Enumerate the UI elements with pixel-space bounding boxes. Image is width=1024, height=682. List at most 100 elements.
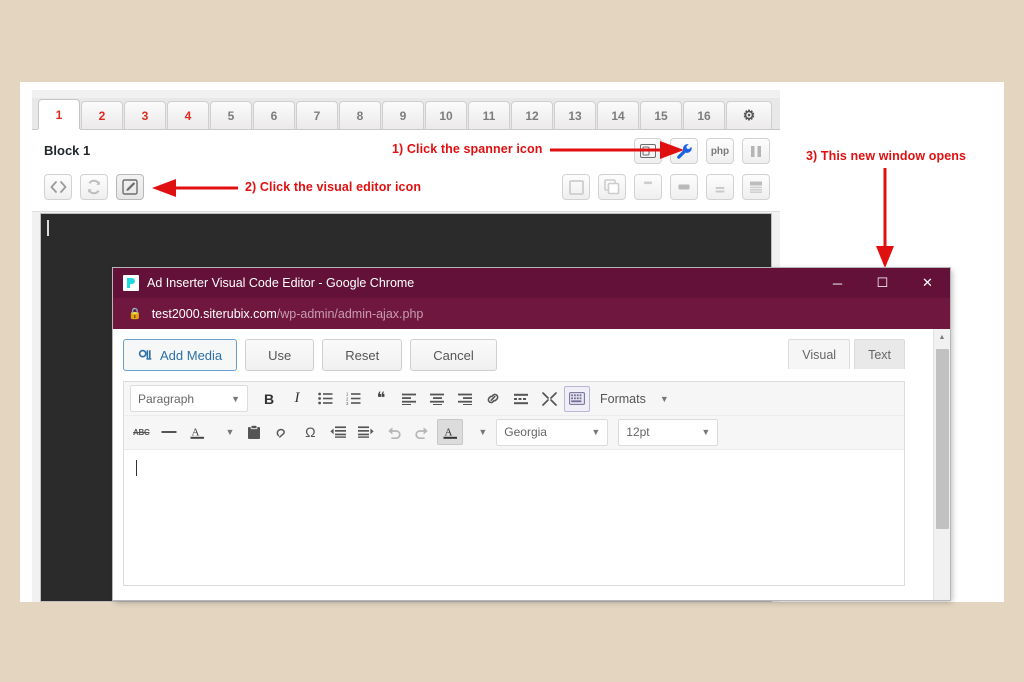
block-tab-3[interactable]: 3: [124, 101, 166, 129]
chrome-window-title: Ad Inserter Visual Code Editor - Google …: [147, 276, 415, 290]
arrow-to-new-window: [876, 168, 894, 268]
text-color-icon[interactable]: A: [184, 419, 210, 445]
block-tab-12[interactable]: 12: [511, 101, 553, 129]
pause-icon[interactable]: [742, 138, 770, 164]
block-tab-9[interactable]: 9: [382, 101, 424, 129]
block-tab-5[interactable]: 5: [210, 101, 252, 129]
text-cursor: [47, 220, 49, 236]
add-media-icon: [138, 349, 152, 360]
scroll-up-arrow-icon[interactable]: ▲: [934, 329, 950, 346]
code-brackets-icon[interactable]: [44, 174, 72, 200]
horizontal-rule-icon[interactable]: [156, 419, 182, 445]
php-icon[interactable]: php: [706, 138, 734, 164]
close-button[interactable]: ✕: [905, 268, 950, 298]
tab-label: 2: [98, 108, 106, 123]
align-center-icon[interactable]: [424, 386, 450, 412]
block-tab-1[interactable]: 1: [38, 99, 80, 129]
special-character-icon[interactable]: Ω: [297, 419, 323, 445]
chrome-viewport: Add Media Use Reset Cancel Visual Text P…: [113, 329, 950, 600]
tab-label: 1: [55, 107, 63, 122]
chevron-down-icon: ▼: [231, 393, 240, 404]
block-tab-14[interactable]: 14: [597, 101, 639, 129]
block-tab-6[interactable]: 6: [253, 101, 295, 129]
formats-label: Formats: [600, 391, 646, 406]
bold-icon[interactable]: B: [256, 386, 282, 412]
blockquote-icon[interactable]: ❝: [368, 386, 394, 412]
editor-content-area[interactable]: [124, 449, 904, 585]
block-tab-2[interactable]: 2: [81, 101, 123, 129]
tab-visual[interactable]: Visual: [788, 339, 851, 369]
block-tab-13[interactable]: 13: [554, 101, 596, 129]
text-cursor: [136, 460, 137, 476]
redo-icon[interactable]: [409, 419, 435, 445]
chevron-down-icon: ▼: [701, 427, 711, 437]
tab-label: 9: [399, 108, 407, 123]
reset-button[interactable]: Reset: [322, 339, 403, 371]
decrease-indent-icon[interactable]: [325, 419, 351, 445]
minimize-button[interactable]: ─: [815, 268, 860, 298]
align-middle-icon[interactable]: [670, 174, 698, 200]
text-color-dropdown[interactable]: ▼: [212, 419, 239, 445]
font-size-select[interactable]: 12pt ▼: [618, 418, 719, 446]
url-path: /wp-admin/admin-ajax.php: [276, 306, 424, 321]
read-more-icon[interactable]: [508, 386, 534, 412]
block-tab-16[interactable]: 16: [683, 101, 725, 129]
chrome-address-bar[interactable]: 🔒 test2000.siterubix.com /wp-admin/admin…: [113, 298, 950, 329]
annotation-2: 2) Click the visual editor icon: [245, 180, 422, 194]
square-outline-icon[interactable]: [562, 174, 590, 200]
bullet-list-icon[interactable]: [312, 386, 338, 412]
block-tab-8[interactable]: 8: [339, 101, 381, 129]
keyboard-shortcuts-dropdown[interactable]: ▼: [465, 419, 492, 445]
insert-link-icon[interactable]: [480, 386, 506, 412]
increase-indent-icon[interactable]: [353, 419, 379, 445]
block-tab-11[interactable]: 11: [468, 101, 510, 129]
settings-gear-tab[interactable]: ⚙: [726, 101, 772, 129]
block-tab-15[interactable]: 15: [640, 101, 682, 129]
use-button[interactable]: Use: [245, 339, 315, 371]
numbered-list-icon[interactable]: 123: [340, 386, 366, 412]
annotation-3: 3) This new window opens: [806, 149, 967, 163]
block-toolbar-bottom: [562, 174, 770, 200]
clear-formatting-icon[interactable]: [269, 419, 295, 445]
chevron-down-icon: ▼: [478, 427, 488, 437]
block-tab-10[interactable]: 10: [425, 101, 467, 129]
undo-icon[interactable]: [381, 419, 407, 445]
tab-text[interactable]: Text: [854, 339, 905, 369]
close-icon: ✕: [922, 275, 933, 290]
tab-label: 12: [525, 108, 539, 123]
tab-label: 7: [313, 108, 321, 123]
align-bottom-icon[interactable]: [706, 174, 734, 200]
toolbar-toggle-icon[interactable]: [564, 385, 590, 412]
keyboard-shortcuts-icon[interactable]: A: [437, 419, 464, 445]
chevron-down-icon: ▼: [659, 393, 669, 404]
block-tab-4[interactable]: 4: [167, 101, 209, 129]
add-media-button[interactable]: Add Media: [123, 339, 238, 371]
fullscreen-icon[interactable]: [536, 386, 562, 412]
add-media-label: Add Media: [160, 347, 223, 363]
scrollbar-thumb[interactable]: [936, 349, 949, 529]
refresh-icon[interactable]: [80, 174, 108, 200]
strikethrough-icon[interactable]: ABC: [128, 419, 154, 445]
font-family-select[interactable]: Georgia ▼: [496, 418, 609, 446]
italic-icon[interactable]: I: [284, 386, 310, 412]
tab-label: 13: [568, 108, 582, 123]
list-block-icon[interactable]: [742, 174, 770, 200]
align-left-icon[interactable]: [396, 386, 422, 412]
block-tab-7[interactable]: 7: [296, 101, 338, 129]
editor-mode-tabs: Visual Text: [788, 339, 905, 369]
chevron-down-icon: ▼: [225, 427, 235, 437]
font-family-value: Georgia: [504, 425, 547, 439]
maximize-button[interactable]: ☐: [860, 268, 905, 298]
vertical-scrollbar[interactable]: ▲: [933, 329, 950, 600]
paste-as-text-icon[interactable]: [241, 419, 267, 445]
paragraph-format-select[interactable]: Paragraph ▼: [130, 385, 248, 412]
align-right-icon[interactable]: [452, 386, 478, 412]
font-size-value: 12pt: [626, 425, 650, 439]
copy-layers-icon[interactable]: [598, 174, 626, 200]
visual-editor-pencil-icon[interactable]: [116, 174, 144, 200]
gear-icon: ⚙: [742, 107, 756, 123]
cancel-button[interactable]: Cancel: [410, 339, 497, 371]
align-top-icon[interactable]: [634, 174, 662, 200]
tab-label: 15: [654, 108, 668, 123]
formats-dropdown[interactable]: Formats ▼: [592, 392, 677, 406]
